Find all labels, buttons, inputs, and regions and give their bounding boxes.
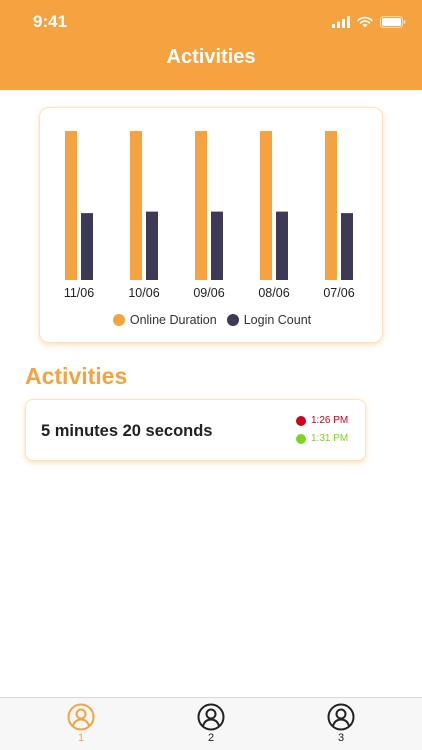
bar-online-duration [65,131,77,280]
bar-login-count [146,211,158,280]
end-status-dot [296,433,306,444]
start-time: 1:26 PM [311,415,349,426]
tab-bar: 1 2 3 [0,697,422,750]
bar-chart: 11/06 10/06 09/06 08/06 07/06 [64,131,355,300]
legend-item: Online Duration [112,313,217,327]
signal-icon [332,16,350,28]
bar-online-duration [260,131,272,280]
tab-3[interactable]: 3 [321,703,361,744]
chart-card: 11/06 10/06 09/06 08/06 07/06 Online Duratio… [39,107,383,343]
legend-dot [226,314,239,326]
tab-label: 1 [77,732,85,744]
bar-login-count [211,211,223,280]
x-tick-label: 08/06 [258,286,289,300]
chart-legend: Online Duration Login Count [40,313,384,327]
status-icons [332,14,406,30]
user-icon [67,703,95,731]
header: 9:41 Activities [0,0,422,90]
bar-online-duration [130,131,142,280]
start-status-dot [296,415,306,426]
bar-login-count [341,213,353,280]
tab-label: 2 [207,732,215,744]
bar-login-count [276,211,288,280]
legend-item: Login Count [226,313,312,327]
x-tick-label: 10/06 [128,286,159,300]
end-time-row: 1:31 PM [296,433,348,444]
tab-label: 3 [337,732,345,744]
bar-online-duration [195,131,207,280]
x-tick-label: 11/06 [64,286,94,300]
start-time-row: 1:26 PM [296,415,348,426]
section-title: Activities [25,363,128,389]
legend-dot [112,314,125,326]
tab-1[interactable]: 1 [61,703,101,744]
legend-label: Online Duration [129,313,217,327]
legend-label: Login Count [243,313,312,327]
user-icon [197,703,225,731]
page-title: Activities [166,46,256,68]
user-icon [327,703,355,731]
status-bar: 9:41 [0,0,422,44]
activity-card[interactable]: 5 minutes 20 seconds 1:26 PM 1:31 PM [25,399,366,461]
x-tick-label: 09/06 [193,286,224,300]
wifi-icon [357,16,373,28]
tab-2[interactable]: 2 [191,703,231,744]
x-tick-label: 07/06 [323,286,354,300]
bar-online-duration [325,131,337,280]
bar-login-count [81,213,93,280]
battery-icon [380,16,406,28]
end-time: 1:31 PM [311,433,349,444]
activity-duration: 5 minutes 20 seconds [41,422,213,440]
status-time: 9:41 [33,12,68,31]
